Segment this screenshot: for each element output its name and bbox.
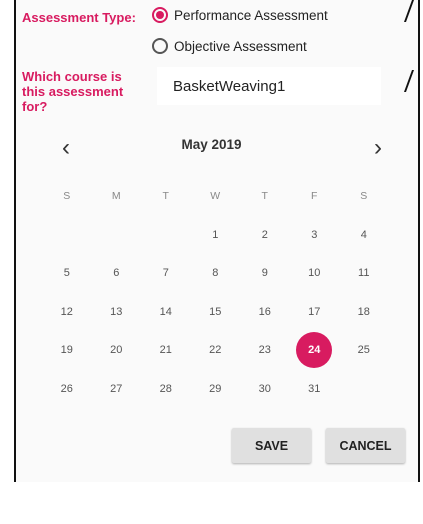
calendar-day[interactable]: 14 (141, 293, 191, 332)
calendar-day-number: 23 (258, 344, 271, 357)
calendar-day[interactable]: 20 (92, 331, 142, 370)
radio-performance-assessment[interactable]: Performance Assessment (152, 7, 328, 23)
calendar-day[interactable]: 5 (42, 254, 92, 293)
calendar-day-number: 1 (212, 228, 219, 241)
calendar-day[interactable]: 10 (290, 254, 340, 293)
calendar-day[interactable]: 3 (290, 216, 340, 255)
calendar-day-number: 22 (209, 344, 222, 357)
calendar-day-number: 28 (159, 382, 172, 395)
calendar-day-number: 18 (357, 305, 370, 318)
calendar-grid: S M T W T F S 1 2 3 4 5 6 7 8 9 10 11 12 13 14 15 16 17 18 19 20 21… (42, 177, 389, 408)
radio-label: Performance Assessment (174, 7, 328, 23)
calendar-day-number: 9 (261, 267, 268, 280)
calendar-day[interactable]: 22 (191, 331, 241, 370)
calendar-day[interactable]: 9 (240, 254, 290, 293)
calendar-day-number: 19 (60, 344, 73, 357)
calendar-day[interactable]: 7 (141, 254, 191, 293)
calendar-day-number: 2 (261, 228, 268, 241)
calendar-day-number: 8 (212, 267, 219, 280)
calendar-day-number: 24 (296, 332, 333, 369)
calendar-day[interactable]: 6 (92, 254, 142, 293)
calendar-day[interactable]: 29 (191, 370, 241, 409)
calendar-day[interactable]: 11 (339, 254, 389, 293)
calendar-day-number: 30 (258, 382, 271, 395)
calendar-day-number: 16 (258, 305, 271, 318)
calendar-day[interactable]: 23 (240, 331, 290, 370)
calendar-day-number: 6 (113, 267, 120, 280)
calendar-day-number: 26 (60, 382, 73, 395)
calendar-day-number: 11 (358, 267, 370, 280)
calendar-day-number: 12 (60, 305, 73, 318)
calendar-day[interactable]: 27 (92, 370, 142, 409)
calendar-day-number: 29 (209, 382, 222, 395)
save-button[interactable]: SAVE (232, 428, 311, 463)
calendar-day[interactable]: 28 (141, 370, 191, 409)
calendar-day-selected[interactable]: 24 (290, 331, 340, 370)
calendar-day-number: 13 (110, 305, 123, 318)
calendar-day[interactable]: 17 (290, 293, 340, 332)
empty-day-cell (339, 370, 389, 409)
calendar-day[interactable]: 1 (191, 216, 241, 255)
calendar-day-number: 5 (63, 267, 70, 280)
calendar-day[interactable]: 8 (191, 254, 241, 293)
empty-day-cell (92, 216, 142, 255)
calendar-day-number: 21 (159, 344, 172, 357)
calendar-day-number: 3 (311, 228, 318, 241)
calendar-day[interactable]: 2 (240, 216, 290, 255)
calendar-day-number: 25 (357, 344, 370, 357)
calendar-day[interactable]: 30 (240, 370, 290, 409)
calendar-day[interactable]: 13 (92, 293, 142, 332)
calendar-day-number: 27 (110, 382, 123, 395)
calendar-day-number: 14 (159, 305, 172, 318)
weekday-header: S (360, 190, 368, 203)
assessment-type-label: Assessment Type: (22, 10, 136, 25)
decorative-edge (403, 70, 423, 92)
calendar-day[interactable]: 21 (141, 331, 191, 370)
calendar-day-number: 31 (308, 382, 321, 395)
empty-day-cell (42, 216, 92, 255)
cancel-button[interactable]: CANCEL (326, 428, 405, 463)
calendar-day-number: 20 (110, 344, 123, 357)
radio-label: Objective Assessment (174, 38, 307, 54)
calendar-day-number: 15 (209, 305, 222, 318)
decorative-edge (403, 0, 423, 22)
weekday-header: W (210, 190, 221, 203)
radio-unchecked-icon (152, 38, 168, 54)
calendar-day[interactable]: 18 (339, 293, 389, 332)
calendar-day-number: 4 (360, 228, 367, 241)
chevron-right-icon[interactable]: › (364, 134, 392, 162)
calendar-day-number: 7 (162, 267, 169, 280)
weekday-header: T (162, 190, 169, 203)
weekday-header: M (111, 190, 121, 203)
weekday-header: F (311, 190, 318, 203)
calendar-day[interactable]: 16 (240, 293, 290, 332)
calendar-day[interactable]: 26 (42, 370, 92, 409)
calendar-day[interactable]: 12 (42, 293, 92, 332)
radio-objective-assessment[interactable]: Objective Assessment (152, 38, 307, 54)
calendar-day[interactable]: 19 (42, 331, 92, 370)
radio-checked-icon (152, 7, 168, 23)
calendar-month-title: May 2019 (181, 137, 242, 152)
calendar-day[interactable]: 31 (290, 370, 340, 409)
calendar-day[interactable]: 25 (339, 331, 389, 370)
course-input[interactable] (157, 67, 381, 105)
weekday-header: S (63, 190, 71, 203)
calendar-day[interactable]: 4 (339, 216, 389, 255)
calendar-day[interactable]: 15 (191, 293, 241, 332)
calendar-day-number: 10 (308, 267, 321, 280)
calendar-day-number: 17 (308, 305, 321, 318)
weekday-header: T (261, 190, 268, 203)
empty-day-cell (141, 216, 191, 255)
course-label: Which course is this assessment for? (22, 69, 124, 114)
